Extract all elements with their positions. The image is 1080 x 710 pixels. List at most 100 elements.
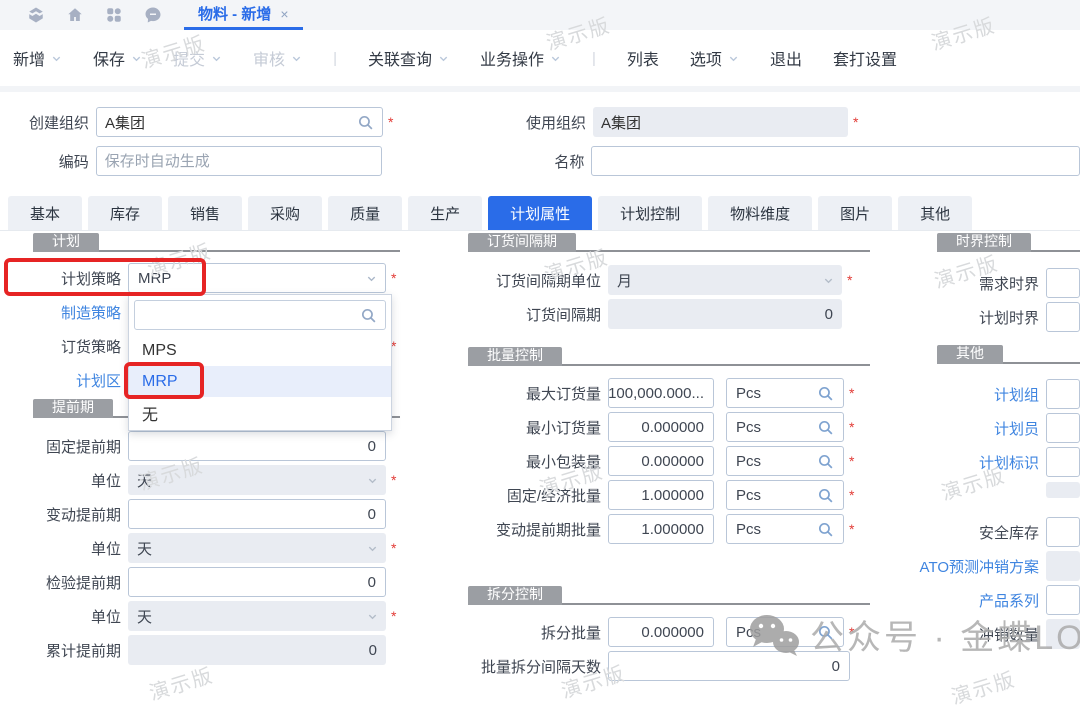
- safety-stock-field[interactable]: [1046, 517, 1080, 547]
- menu-item-new[interactable]: 新增: [13, 46, 62, 70]
- search-icon[interactable]: [817, 521, 834, 538]
- section-batch-control: 批量控制: [440, 347, 870, 366]
- split-interval-days-label: 批量拆分间隔天数: [440, 656, 608, 677]
- home-icon[interactable]: [66, 6, 84, 24]
- form-header: 创建组织 * 使用组织 A集团 * 编码 名称: [0, 92, 1080, 193]
- create-org-label: 创建组织: [0, 112, 96, 133]
- menu-item-options[interactable]: 选项: [690, 46, 739, 70]
- logo-icon[interactable]: [27, 6, 45, 24]
- min-package-qty-input[interactable]: 0.000000: [608, 446, 714, 476]
- min-package-qty-unit-lookup[interactable]: Pcs: [726, 446, 844, 476]
- section-time-fence: 时界控制: [880, 233, 1080, 252]
- dropdown-search-input[interactable]: [143, 307, 360, 324]
- search-icon[interactable]: [817, 487, 834, 504]
- cumulative-lead-time-field: 0: [128, 635, 386, 665]
- menu-item-exit[interactable]: 退出: [770, 46, 802, 70]
- tab-purchase[interactable]: 采购: [248, 196, 322, 230]
- min-order-qty-unit-lookup[interactable]: Pcs: [726, 412, 844, 442]
- max-order-qty-input[interactable]: 100,000.000...: [608, 378, 714, 408]
- plan-group-label[interactable]: 计划组: [994, 384, 1039, 405]
- tab-basic[interactable]: 基本: [8, 196, 82, 230]
- tab-sales[interactable]: 销售: [168, 196, 242, 230]
- tab-picture[interactable]: 图片: [818, 196, 892, 230]
- section-title: 时界控制: [937, 233, 1031, 252]
- tab-plan-attributes[interactable]: 计划属性: [488, 196, 592, 230]
- section-title: 其他: [937, 345, 1003, 364]
- menu-item-business-ops[interactable]: 业务操作: [480, 46, 561, 70]
- search-icon[interactable]: [817, 419, 834, 436]
- split-batch-unit-lookup[interactable]: Pcs: [726, 617, 844, 647]
- variable-lead-time-input[interactable]: 0: [128, 499, 386, 529]
- product-series-label[interactable]: 产品系列: [979, 590, 1039, 611]
- plan-strategy-select[interactable]: MRP: [128, 263, 386, 293]
- tab-other[interactable]: 其他: [898, 196, 972, 230]
- code-field[interactable]: [96, 146, 382, 176]
- search-icon[interactable]: [817, 624, 834, 641]
- planner-label[interactable]: 计划员: [994, 418, 1039, 439]
- apps-grid-icon[interactable]: [105, 6, 123, 24]
- min-order-qty-input[interactable]: 0.000000: [608, 412, 714, 442]
- search-icon: [360, 307, 377, 324]
- plan-fence-field[interactable]: [1046, 302, 1080, 332]
- document-tab[interactable]: 物料 - 新增 ×: [184, 0, 303, 30]
- variable-lead-batch-input[interactable]: 1.000000: [608, 514, 714, 544]
- plan-fence-label: 计划时界: [979, 307, 1039, 328]
- dropdown-option-mrp[interactable]: MRP: [129, 366, 391, 397]
- dropdown-option-none[interactable]: 无: [129, 397, 391, 428]
- tab-production[interactable]: 生产: [408, 196, 482, 230]
- menu-item-submit: 提交: [173, 46, 222, 70]
- chevron-down-icon: [823, 275, 834, 286]
- split-interval-days-input[interactable]: 0: [608, 651, 850, 681]
- max-order-qty-unit-lookup[interactable]: Pcs: [726, 378, 844, 408]
- menu-item-save[interactable]: 保存: [93, 46, 142, 70]
- tab-inventory[interactable]: 库存: [88, 196, 162, 230]
- planner-field[interactable]: [1046, 413, 1080, 443]
- chevron-down-icon: [367, 543, 378, 554]
- name-label: 名称: [396, 151, 591, 172]
- plan-area-label[interactable]: 计划区: [8, 370, 128, 391]
- manufacture-strategy-label[interactable]: 制造策略: [8, 302, 128, 323]
- plan-id-label[interactable]: 计划标识: [979, 452, 1039, 473]
- create-org-field[interactable]: [96, 107, 383, 137]
- search-icon[interactable]: [817, 453, 834, 470]
- tab-quality[interactable]: 质量: [328, 196, 402, 230]
- plan-strategy-label: 计划策略: [8, 268, 128, 289]
- unit-label: 单位: [8, 606, 128, 627]
- demand-fence-field[interactable]: [1046, 268, 1080, 298]
- fixed-lead-time-label: 固定提前期: [8, 436, 128, 457]
- order-interval-unit-select: 月: [608, 265, 842, 295]
- required-asterisk: *: [391, 540, 400, 556]
- menu-item-list[interactable]: 列表: [627, 46, 659, 70]
- search-icon[interactable]: [817, 385, 834, 402]
- tab-material-dimension[interactable]: 物料维度: [708, 196, 812, 230]
- required-asterisk: *: [391, 608, 400, 624]
- create-org-input[interactable]: [105, 114, 357, 131]
- search-icon[interactable]: [357, 114, 374, 131]
- dropdown-option-mps[interactable]: MPS: [129, 335, 391, 366]
- required-asterisk: *: [849, 453, 858, 469]
- tab-plan-control[interactable]: 计划控制: [598, 196, 702, 230]
- fixed-lead-time-input[interactable]: 0: [128, 431, 386, 461]
- chat-icon[interactable]: [144, 6, 162, 24]
- split-batch-input[interactable]: 0.000000: [608, 617, 714, 647]
- plan-group-field[interactable]: [1046, 379, 1080, 409]
- fixed-economic-batch-input[interactable]: 1.000000: [608, 480, 714, 510]
- ato-forecast-offset-label[interactable]: ATO预测冲销方案: [920, 556, 1039, 577]
- required-asterisk: *: [391, 472, 400, 488]
- inspection-lead-time-input[interactable]: 0: [128, 567, 386, 597]
- name-input[interactable]: [600, 153, 1071, 170]
- code-input[interactable]: [105, 153, 373, 170]
- menu-item-audit: 审核: [253, 46, 302, 70]
- fixed-economic-batch-unit-lookup[interactable]: Pcs: [726, 480, 844, 510]
- name-field[interactable]: [591, 146, 1080, 176]
- document-tab-title: 物料 - 新增: [198, 3, 271, 24]
- menu-item-print-setup[interactable]: 套打设置: [833, 46, 897, 70]
- menu-item-related-query[interactable]: 关联查询: [368, 46, 449, 70]
- close-icon[interactable]: ×: [280, 6, 288, 22]
- product-series-field[interactable]: [1046, 585, 1080, 615]
- required-asterisk: *: [849, 385, 858, 401]
- cumulative-lead-time-label: 累计提前期: [8, 640, 128, 661]
- plan-id-field[interactable]: [1046, 447, 1080, 477]
- dropdown-search-field[interactable]: [134, 300, 386, 330]
- variable-lead-batch-unit-lookup[interactable]: Pcs: [726, 514, 844, 544]
